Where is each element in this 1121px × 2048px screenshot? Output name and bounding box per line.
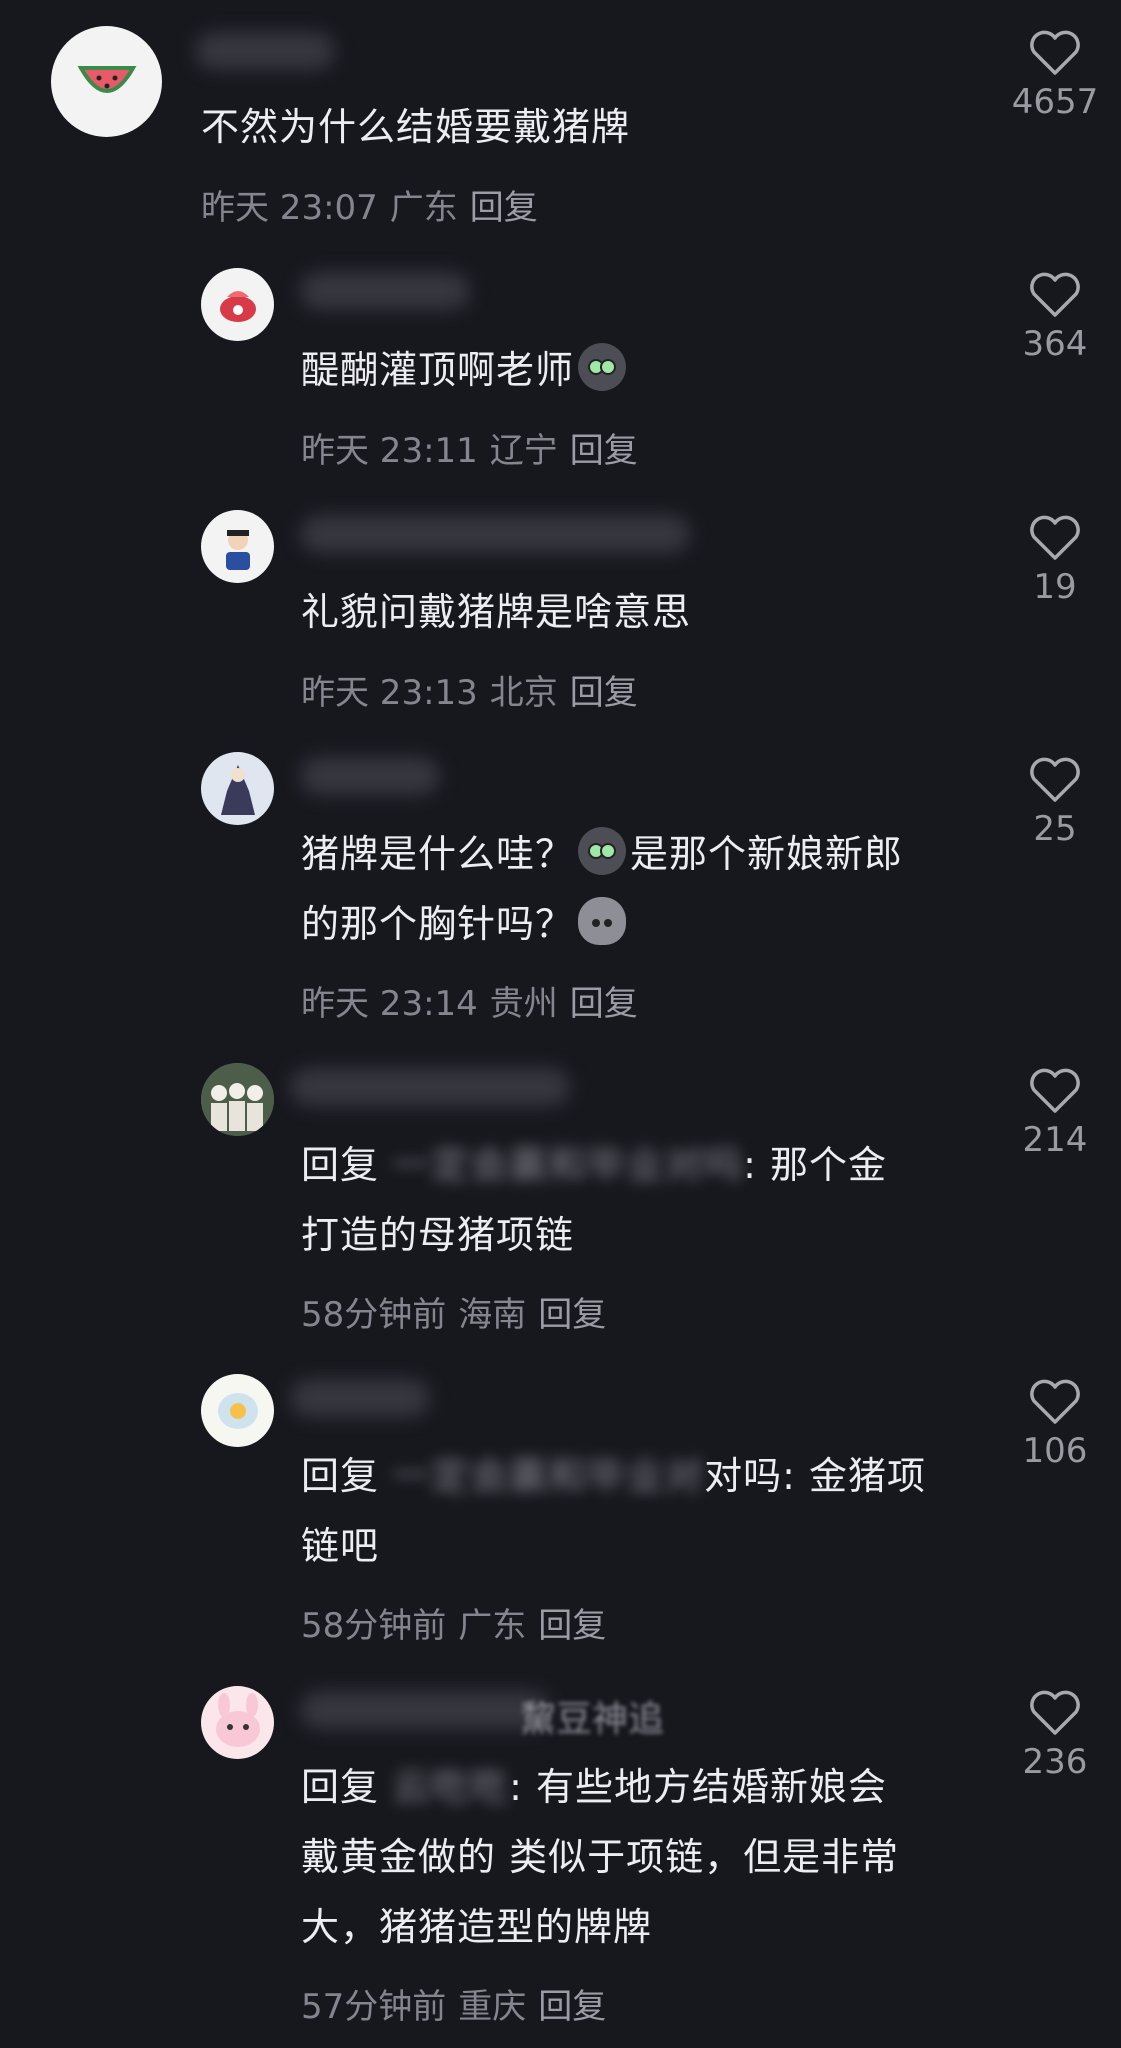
- comment-text: 醍醐灌顶啊老师: [301, 335, 630, 405]
- comment-location: 辽宁: [489, 431, 558, 471]
- comment-location: 广东: [389, 188, 458, 228]
- comment-time: 昨天 23:07: [201, 188, 378, 228]
- comment-text-line: 打造的母猪项链: [301, 1213, 575, 1257]
- comment-location: 重庆: [458, 1987, 527, 2027]
- heart-icon: [1030, 30, 1080, 75]
- like-button[interactable]: 25: [1010, 757, 1100, 849]
- avatar[interactable]: [201, 268, 274, 341]
- comment-text-line: 回复 一定会赢和毕业对吗: 那个金: [301, 1130, 887, 1200]
- comment-location: 北京: [489, 673, 558, 713]
- comment-text-line: 的那个胸针吗？: [301, 889, 630, 959]
- comment-time: 昨天 23:13: [301, 673, 478, 713]
- pink-bunny-icon: [215, 1692, 260, 1747]
- like-count: 236: [1022, 1742, 1088, 1782]
- mentioned-username-blurred[interactable]: 一定会赢和毕业对吗: [392, 1130, 743, 1200]
- heart-icon: [1030, 272, 1080, 317]
- like-count: 25: [1033, 809, 1077, 849]
- watermelon-icon: [77, 65, 136, 93]
- reply-button[interactable]: 回复: [470, 188, 538, 228]
- heart-icon: [1030, 757, 1080, 802]
- comment-meta: 昨天 23:07 广东 回复: [201, 180, 550, 229]
- reply-button[interactable]: 回复: [570, 984, 638, 1024]
- heart-icon: [1030, 1690, 1080, 1735]
- username-blurred[interactable]: [300, 515, 690, 553]
- egg-icon: [217, 1392, 258, 1429]
- avatar[interactable]: [201, 752, 274, 825]
- comment-text-line: 大，猪猪造型的牌牌: [301, 1905, 653, 1949]
- comment-meta: 昨天 23:11 辽宁 回复: [301, 423, 650, 472]
- blob-emoji-icon: [578, 897, 627, 945]
- group-photo-icon: [201, 1063, 274, 1136]
- heart-icon: [1030, 515, 1080, 560]
- comment-location: 贵州: [489, 984, 558, 1024]
- comment-text-line: 回复 云吃吃: 有些地方结婚新娘会: [301, 1752, 887, 1822]
- comment-location: 海南: [458, 1295, 527, 1335]
- like-count: 106: [1022, 1431, 1088, 1471]
- like-button[interactable]: 4657: [1010, 30, 1100, 122]
- anime-figure-icon: [220, 764, 255, 815]
- avatar[interactable]: [201, 1686, 274, 1759]
- reply-button[interactable]: 回复: [538, 1987, 606, 2027]
- reply-button[interactable]: 回复: [538, 1295, 606, 1335]
- comment-time: 昨天 23:11: [301, 431, 478, 471]
- comment-text-line: 回复 一定会赢和毕业对对吗: 金猪项: [301, 1441, 926, 1511]
- reply-button[interactable]: 回复: [570, 431, 638, 471]
- comment-time: 58分钟前: [301, 1606, 447, 1646]
- like-count: 19: [1033, 567, 1077, 607]
- like-count: 214: [1022, 1120, 1088, 1160]
- cat-emoji-icon: [578, 343, 627, 391]
- like-button[interactable]: 106: [1010, 1379, 1100, 1471]
- mentioned-username-blurred[interactable]: 云吃吃: [392, 1752, 509, 1822]
- like-count: 4657: [1011, 82, 1099, 122]
- comment-meta: 58分钟前 广东 回复: [301, 1598, 618, 1647]
- reply-button[interactable]: 回复: [570, 673, 638, 713]
- username-partial[interactable]: 黧豆神追: [520, 1690, 664, 1742]
- heart-icon: [1030, 1379, 1080, 1424]
- avatar[interactable]: [51, 26, 162, 137]
- comment-text-line: 戴黄金做的 类似于项链，但是非常: [301, 1835, 900, 1879]
- avatar[interactable]: [201, 1374, 274, 1447]
- comment-text: 礼貌问戴猪牌是啥意思: [301, 590, 692, 634]
- avatar[interactable]: [201, 1063, 274, 1136]
- comment-meta: 昨天 23:13 北京 回复: [301, 665, 650, 714]
- like-button[interactable]: 214: [1010, 1068, 1100, 1160]
- comment-time: 58分钟前: [301, 1295, 447, 1335]
- reply-button[interactable]: 回复: [538, 1606, 606, 1646]
- cat-emoji-icon: [578, 827, 627, 875]
- username-blurred[interactable]: [290, 1379, 430, 1417]
- comment-meta: 58分钟前 海南 回复: [301, 1287, 618, 1336]
- comment-location: 广东: [458, 1606, 527, 1646]
- username-blurred[interactable]: [290, 1068, 570, 1106]
- comment-text-line: 猪牌是什么哇？ 是那个新娘新郎: [301, 819, 903, 889]
- mentioned-username-blurred[interactable]: 一定会赢和毕业对: [392, 1441, 704, 1511]
- username-blurred[interactable]: [300, 1691, 550, 1729]
- username-blurred[interactable]: [195, 32, 335, 70]
- cartoon-person-icon: [225, 529, 250, 570]
- heart-icon: [1030, 1068, 1080, 1113]
- like-count: 364: [1022, 324, 1088, 364]
- like-button[interactable]: 364: [1010, 272, 1100, 364]
- username-blurred[interactable]: [300, 757, 440, 795]
- comment-text-line: 链吧: [301, 1524, 380, 1568]
- avatar[interactable]: [201, 510, 274, 583]
- username-blurred[interactable]: [300, 272, 470, 310]
- comment-meta: 昨天 23:14 贵州 回复: [301, 976, 650, 1025]
- comment-meta: 57分钟前 重庆 回复: [301, 1979, 618, 2028]
- comment-text: 不然为什么结婚要戴猪牌: [201, 105, 631, 149]
- like-button[interactable]: 236: [1010, 1690, 1100, 1782]
- comment-time: 昨天 23:14: [301, 984, 478, 1024]
- like-button[interactable]: 19: [1010, 515, 1100, 607]
- comment-time: 57分钟前: [301, 1987, 447, 2027]
- strawberry-cake-icon: [219, 290, 256, 322]
